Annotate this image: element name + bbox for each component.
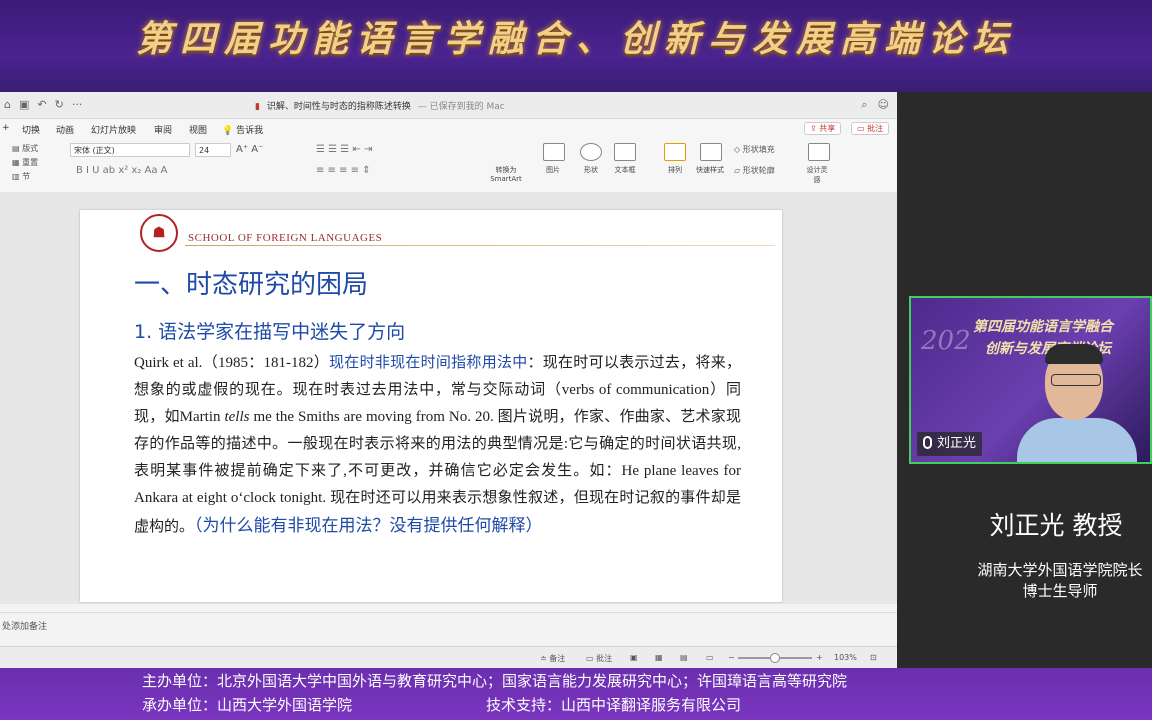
tech-support: 技术支持：山西中译翻译服务有限公司 bbox=[486, 696, 742, 714]
textbox-icon[interactable] bbox=[614, 143, 636, 161]
more-icon[interactable]: ··· bbox=[72, 98, 83, 111]
search-icon[interactable]: ⌕ bbox=[861, 98, 867, 112]
header-divider bbox=[185, 245, 775, 246]
zoom-slider-knob[interactable] bbox=[770, 653, 780, 663]
shape-icon[interactable] bbox=[580, 143, 602, 161]
menu-transitions[interactable]: 切换 bbox=[22, 123, 40, 136]
powerpoint-window: ⌂ ▣ ↶ ↻ ··· ▮ 识解、时间性与时态的指称陈述转换 — 已保存到我的 … bbox=[0, 92, 897, 669]
comments-button[interactable]: ▭ 批注 bbox=[851, 122, 890, 135]
list-icons[interactable]: ☰ ☰ ☰ ⇤ ⇥ bbox=[316, 144, 372, 155]
sorter-view-icon[interactable]: ▦ bbox=[655, 653, 663, 662]
notes-placeholder: 处添加备注 bbox=[2, 622, 48, 632]
font-size-select[interactable]: 24 bbox=[195, 143, 231, 157]
picture-icon[interactable] bbox=[543, 143, 565, 161]
slide[interactable]: ☗ SCHOOL OF FOREIGN LANGUAGES 一、时态研究的困局 … bbox=[80, 210, 782, 602]
normal-view-icon[interactable]: ▣ bbox=[630, 653, 638, 662]
ribbon-toolbar: ▤ 版式 ▦ 重置 ▥ 节 宋体 (正文) 24 A⁺ A⁻ B I U ab … bbox=[0, 137, 897, 194]
menu-view[interactable]: 视图 bbox=[189, 123, 207, 136]
font-grow-icon[interactable]: A⁺ A⁻ bbox=[236, 144, 263, 155]
pptx-file-icon: ▮ bbox=[255, 102, 260, 112]
design-ideas-icon[interactable] bbox=[808, 143, 830, 161]
slide-subtitle: 1. 语法学家在描写中迷失了方向 bbox=[134, 321, 406, 343]
microphone-icon bbox=[923, 436, 932, 449]
speaker-video: 202 第四届功能语言学融合 创新与发展高端论坛 刘正光 bbox=[909, 296, 1152, 464]
title-bar: ⌂ ▣ ↶ ↻ ··· ▮ 识解、时间性与时态的指称陈述转换 — 已保存到我的 … bbox=[0, 92, 897, 119]
zoom-out-icon[interactable]: − bbox=[728, 653, 735, 662]
menu-review[interactable]: 审阅 bbox=[154, 123, 172, 136]
menu-slideshow[interactable]: 幻灯片放映 bbox=[91, 123, 136, 136]
speaker-role: 湖南大学外国语学院院长 博士生导师 bbox=[977, 561, 1143, 600]
arrange-icon[interactable] bbox=[664, 143, 686, 161]
align-icons[interactable]: ≡ ≡ ≡ ≡ ⇕ bbox=[316, 165, 371, 176]
shape-label: 形状 bbox=[584, 166, 598, 174]
fit-window-icon[interactable]: ⊡ bbox=[870, 653, 877, 662]
status-bar: ≐ 备注 ▭ 批注 ▣ ▦ ▤ ▭ − + 103% ⊡ bbox=[0, 646, 897, 669]
comments-toggle[interactable]: ▭ 批注 bbox=[586, 653, 612, 664]
convert-smartart-button[interactable]: 转换为 SmartArt bbox=[486, 165, 526, 183]
shape-fill-button[interactable]: ◇ 形状填充 bbox=[734, 144, 775, 155]
shape-outline-button[interactable]: ▱ 形状轮廓 bbox=[734, 165, 775, 176]
picture-label: 图片 bbox=[546, 166, 560, 174]
quickstyle-icon[interactable] bbox=[700, 143, 722, 161]
format-icons[interactable]: B I U ab x² x₂ Aa A bbox=[76, 165, 168, 176]
section-title: 一、时态研究的困局 bbox=[134, 270, 369, 300]
share-button[interactable]: ⇪ 共享 bbox=[804, 122, 842, 135]
save-icon[interactable]: ▣ bbox=[19, 98, 29, 111]
notes-toggle[interactable]: ≐ 备注 bbox=[540, 653, 565, 664]
reading-view-icon[interactable]: ▤ bbox=[680, 653, 688, 662]
account-icon[interactable]: ☺ bbox=[878, 98, 889, 112]
speaker-figure bbox=[1017, 340, 1137, 462]
quickstyle-label: 快速样式 bbox=[696, 166, 724, 174]
zoom-in-icon[interactable]: + bbox=[816, 653, 823, 662]
arrange-label: 排列 bbox=[668, 166, 682, 174]
host-organizations: 主办单位：北京外国语大学中国外语与教育研究中心；国家语言能力发展研究中心；许国璋… bbox=[142, 672, 848, 690]
menu-animations[interactable]: 动画 bbox=[56, 123, 74, 136]
school-name: SCHOOL OF FOREIGN LANGUAGES bbox=[188, 232, 383, 244]
home-icon[interactable]: ⌂ bbox=[4, 98, 11, 111]
university-logo: ☗ bbox=[140, 214, 178, 252]
slide-canvas: ☗ SCHOOL OF FOREIGN LANGUAGES 一、时态研究的困局 … bbox=[0, 192, 897, 604]
layout-button[interactable]: ▤ 版式 bbox=[12, 143, 38, 154]
question-text: （为什么能有非现在用法？没有提供任何解释） bbox=[194, 516, 543, 535]
slide-body: Quirk et al.（1985：181-182）现在时非现在时间指称用法中：… bbox=[134, 355, 741, 535]
speaker-name: 刘正光 教授 bbox=[989, 511, 1123, 540]
video-bg-year: 202 bbox=[921, 326, 971, 356]
organizer: 承办单位：山西大学外国语学院 bbox=[142, 696, 353, 714]
slideshow-view-icon[interactable]: ▭ bbox=[706, 653, 714, 662]
font-name-select[interactable]: 宋体 (正文) bbox=[70, 143, 190, 157]
reset-button[interactable]: ▦ 重置 bbox=[12, 157, 38, 168]
section-button[interactable]: ▥ 节 bbox=[12, 171, 30, 182]
video-bg-title-1: 第四届功能语言学融合 bbox=[973, 319, 1113, 335]
banner-title: 第四届功能语言学融合、创新与发展高端论坛 bbox=[135, 18, 1016, 60]
conference-banner: 第四届功能语言学融合、创新与发展高端论坛 bbox=[0, 0, 1152, 92]
menu-plus-icon[interactable]: + bbox=[2, 123, 10, 133]
zoom-level[interactable]: 103% bbox=[834, 653, 857, 662]
undo-icon[interactable]: ↶ bbox=[37, 98, 46, 111]
redo-icon[interactable]: ↻ bbox=[55, 98, 64, 111]
menu-tell-me[interactable]: 💡 告诉我 bbox=[222, 123, 263, 136]
sponsor-footer: 主办单位：北京外国语大学中国外语与教育研究中心；国家语言能力发展研究中心；许国璋… bbox=[0, 668, 1152, 720]
menu-bar: + 切换 动画 幻灯片放映 审阅 视图 💡 告诉我 ⇪ 共享 ▭ 批注 bbox=[0, 119, 897, 137]
design-ideas-label: 设计灵感 bbox=[806, 166, 828, 184]
textbox-label: 文本框 bbox=[614, 166, 636, 174]
document-title: ▮ 识解、时间性与时态的指称陈述转换 — 已保存到我的 Mac bbox=[255, 102, 505, 112]
notes-pane[interactable]: 处添加备注 bbox=[0, 612, 897, 647]
participant-name-badge: 刘正光 bbox=[917, 432, 983, 456]
